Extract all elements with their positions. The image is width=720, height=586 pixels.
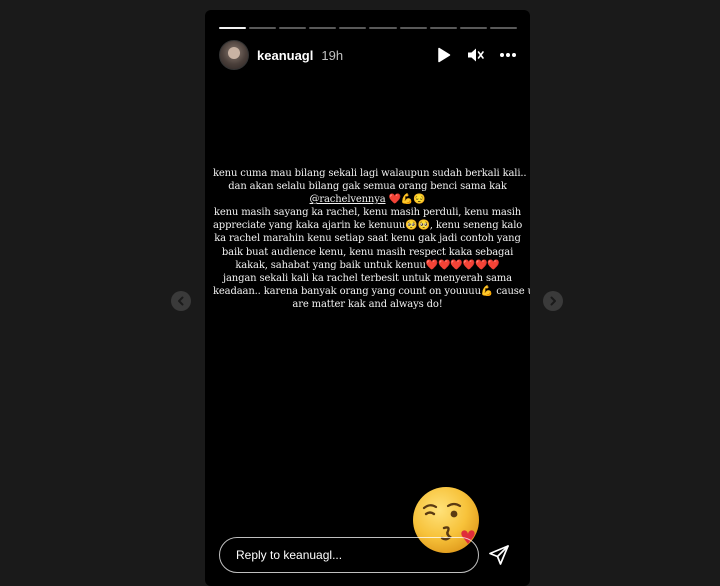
story-text-line: kenu cuma mau bilang sekali lagi walaupu… — [213, 168, 527, 179]
progress-segment — [249, 27, 277, 29]
post-time: 19h — [321, 47, 344, 63]
send-icon[interactable] — [487, 543, 511, 567]
chevron-left-icon — [178, 296, 184, 306]
story-text-line: appreciate yang kaka ajarin ke kenuuu🥺🥺,… — [213, 220, 523, 232]
story-text-line: jangan sekali kali ka rachel terbesit un… — [223, 272, 512, 284]
story-controls — [435, 46, 517, 64]
progress-segment — [279, 27, 307, 29]
progress-segment — [219, 27, 247, 29]
progress-segment — [429, 27, 457, 29]
mention-link[interactable]: @rachelvennya — [310, 194, 386, 205]
progress-segment — [309, 27, 337, 29]
progress-segment — [399, 27, 427, 29]
hearts-emojis: ❤️❤️❤️❤️❤️❤️ — [425, 259, 500, 271]
chevron-right-icon — [550, 296, 556, 306]
play-button[interactable] — [435, 46, 453, 64]
username[interactable]: keanuagl — [257, 48, 313, 63]
story-text-line: are matter kak and always do! — [292, 298, 443, 310]
progress-segment — [459, 27, 487, 29]
mute-icon — [468, 48, 484, 62]
progress-segment — [369, 27, 397, 29]
story-text-line: ka rachel marahin kenu setiap saat kenu … — [214, 233, 521, 245]
story-text-line: dan akan selalu bilang gak semua orang b… — [228, 181, 507, 193]
mute-button[interactable] — [467, 46, 485, 64]
next-story-button[interactable] — [543, 291, 563, 311]
story-text-line: kakak, sahabat yang baik untuk kenuu❤️❤️… — [235, 259, 500, 271]
play-icon — [438, 47, 451, 63]
pleading-emojis: 🥺🥺 — [405, 220, 430, 232]
story-text-line: @rachelvennya ❤️💪😔 — [213, 193, 522, 206]
story-card[interactable]: keanuagl 19h kenu cuma mau bilang sekali… — [205, 10, 530, 586]
more-options-button[interactable] — [499, 46, 517, 64]
heart-muscle-pensive-emojis: ❤️💪😔 — [388, 194, 426, 206]
progress-segment — [339, 27, 367, 29]
story-progress-bar — [219, 27, 517, 29]
story-viewer: keanuagl 19h kenu cuma mau bilang sekali… — [0, 0, 720, 586]
more-options-icon — [500, 53, 516, 57]
story-text-line: kenu masih sayang ka rachel, kenu masih … — [213, 207, 522, 219]
avatar[interactable] — [219, 40, 249, 70]
reply-input[interactable]: Reply to keanuagl... — [219, 537, 479, 573]
story-text-line: keadaan.. karena banyak orang yang count… — [213, 285, 530, 297]
muscle-emoji: 💪 — [480, 285, 494, 297]
story-header: keanuagl 19h — [219, 40, 517, 70]
story-text-line: baik buat audience kenu, kenu masih resp… — [221, 246, 514, 258]
story-text: kenu cuma mau bilang sekali lagi walaupu… — [213, 167, 530, 311]
previous-story-button[interactable] — [171, 291, 191, 311]
progress-segment — [489, 27, 517, 29]
